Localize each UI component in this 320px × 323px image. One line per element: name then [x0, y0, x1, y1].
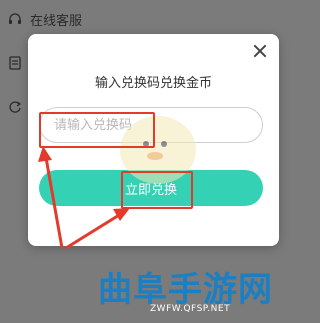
- refresh-icon: [9, 101, 22, 113]
- menu-item-document[interactable]: [8, 56, 22, 70]
- menu-item-label: 在线客服: [30, 14, 83, 29]
- menu-item-refresh[interactable]: [8, 100, 22, 114]
- headset-icon: [9, 12, 21, 24]
- redeem-code-dialog: 输入兑换码兑换金币 立即兑换: [28, 34, 279, 246]
- site-watermark: 曲阜手游网 ZWFW.QFSP.NET: [98, 262, 302, 318]
- dialog-title: 输入兑换码兑换金币: [94, 76, 212, 91]
- redeem-code-input[interactable]: [39, 107, 263, 143]
- document-icon: [9, 56, 21, 70]
- close-icon[interactable]: [251, 42, 269, 60]
- redeem-now-button[interactable]: 立即兑换: [39, 170, 263, 206]
- menu-item-online-service[interactable]: 在线客服: [8, 10, 82, 29]
- watermark-url: ZWFW.QFSP.NET: [150, 304, 231, 314]
